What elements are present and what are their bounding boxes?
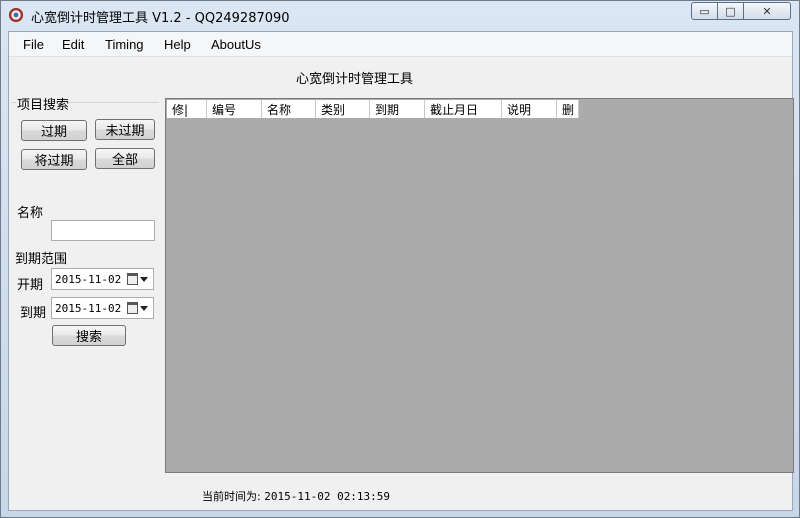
search-button[interactable]: 搜索 <box>52 325 126 346</box>
menu-bar: File Edit Timing Help AboutUs <box>9 32 792 57</box>
column-header-delete[interactable]: 删 <box>557 100 579 118</box>
window-title: 心宽倒计时管理工具 V1.2 - QQ249287090 <box>31 11 290 26</box>
grid-header: 修| 编号 名称 类别 到期 截止月日 说明 删 <box>167 100 579 118</box>
project-grid[interactable]: 修| 编号 名称 类别 到期 截止月日 说明 删 <box>165 98 794 473</box>
client-area: File Edit Timing Help AboutUs 心宽倒计时管理工具 … <box>8 31 794 511</box>
app-heading: 心宽倒计时管理工具 <box>296 72 414 87</box>
column-header-description[interactable]: 说明 <box>502 100 557 118</box>
column-header-edit[interactable]: 修| <box>167 100 207 118</box>
app-window: 心宽倒计时管理工具 V1.2 - QQ249287090 ▭ □ ✕ File … <box>0 0 800 518</box>
minimize-icon: ▭ <box>699 4 710 18</box>
menu-aboutus[interactable]: AboutUs <box>211 37 261 52</box>
app-icon <box>9 8 23 22</box>
maximize-button[interactable]: □ <box>717 2 744 20</box>
column-header-name[interactable]: 名称 <box>262 100 316 118</box>
calendar-icon[interactable] <box>127 273 138 285</box>
chevron-down-icon[interactable] <box>140 277 148 282</box>
menu-help[interactable]: Help <box>164 37 191 52</box>
column-header-category[interactable]: 类别 <box>316 100 370 118</box>
menu-timing[interactable]: Timing <box>105 37 144 52</box>
expiring-button[interactable]: 将过期 <box>21 149 87 170</box>
date-range-label: 到期范围 <box>15 252 68 267</box>
chevron-down-icon[interactable] <box>140 306 148 311</box>
end-date-label: 到期 <box>20 306 47 321</box>
end-date-value: 2015-11-02 <box>55 302 122 315</box>
column-header-deadline[interactable]: 截止月日 <box>425 100 502 118</box>
all-button[interactable]: 全部 <box>95 148 155 169</box>
menu-edit[interactable]: Edit <box>62 37 84 52</box>
column-header-id[interactable]: 编号 <box>207 100 262 118</box>
start-date-picker[interactable]: 2015-11-02 <box>51 268 154 290</box>
name-label: 名称 <box>17 206 44 221</box>
end-date-picker[interactable]: 2015-11-02 <box>51 297 154 319</box>
current-time-label: 当前时间为: <box>202 490 261 503</box>
close-icon: ✕ <box>762 4 772 18</box>
search-group-label: 项目搜索 <box>16 94 71 113</box>
current-time-status: 当前时间为: 2015-11-02 02:13:59 <box>202 488 390 504</box>
current-time-value: 2015-11-02 02:13:59 <box>264 490 391 503</box>
close-button[interactable]: ✕ <box>743 2 791 20</box>
start-date-value: 2015-11-02 <box>55 273 122 286</box>
minimize-button[interactable]: ▭ <box>691 2 718 20</box>
search-panel: 项目搜索 过期 未过期 将过期 全部 名称 到期范围 开期 2015-11-02… <box>9 90 159 510</box>
not-expired-button[interactable]: 未过期 <box>95 119 155 140</box>
expired-button[interactable]: 过期 <box>21 120 87 141</box>
calendar-icon[interactable] <box>127 302 138 314</box>
maximize-icon: □ <box>725 4 736 18</box>
start-date-label: 开期 <box>17 278 44 293</box>
menu-file[interactable]: File <box>23 37 44 52</box>
name-input[interactable] <box>51 220 155 241</box>
column-header-due[interactable]: 到期 <box>370 100 425 118</box>
title-bar[interactable]: 心宽倒计时管理工具 V1.2 - QQ249287090 ▭ □ ✕ <box>1 1 799 30</box>
